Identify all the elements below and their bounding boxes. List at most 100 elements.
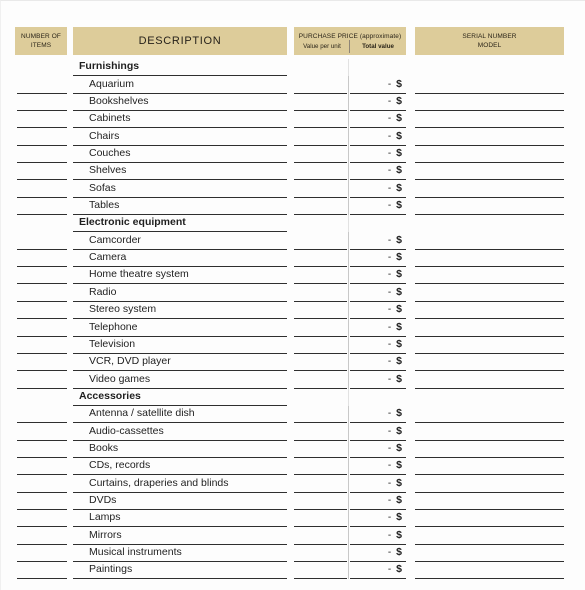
cell-value-per-unit[interactable] bbox=[294, 267, 347, 285]
cell-value-per-unit[interactable] bbox=[294, 284, 347, 302]
cell-serial-number-model[interactable] bbox=[415, 475, 564, 493]
cell-value-per-unit[interactable] bbox=[294, 423, 347, 441]
cell-value-per-unit[interactable] bbox=[294, 94, 347, 112]
cell-number-of-items[interactable] bbox=[17, 337, 67, 354]
cell-total-value[interactable]: - $ bbox=[350, 198, 406, 216]
cell-total-value[interactable]: - $ bbox=[350, 94, 406, 112]
cell-serial-number-model[interactable] bbox=[415, 76, 564, 94]
cell-total-value[interactable]: - $ bbox=[350, 267, 406, 285]
cell-serial-number-model[interactable] bbox=[415, 163, 564, 181]
cell-value-per-unit[interactable] bbox=[294, 354, 347, 372]
cell-total-value[interactable]: - $ bbox=[350, 441, 406, 458]
cell-number-of-items[interactable] bbox=[17, 146, 67, 164]
cell-serial-number-model[interactable] bbox=[415, 180, 564, 198]
cell-number-of-items[interactable] bbox=[17, 319, 67, 337]
cell-total-value[interactable]: - $ bbox=[350, 527, 406, 545]
cell-total-value[interactable]: - $ bbox=[350, 250, 406, 268]
cell-number-of-items[interactable] bbox=[17, 458, 67, 476]
cell-total-value[interactable]: - $ bbox=[350, 371, 406, 389]
cell-serial-number-model[interactable] bbox=[415, 441, 564, 458]
cell-value-per-unit[interactable] bbox=[294, 76, 347, 94]
cell-number-of-items[interactable] bbox=[17, 510, 67, 528]
cell-number-of-items[interactable] bbox=[17, 493, 67, 510]
cell-number-of-items[interactable] bbox=[17, 76, 67, 94]
cell-total-value[interactable]: - $ bbox=[350, 545, 406, 562]
cell-value-per-unit[interactable] bbox=[294, 441, 347, 458]
cell-value-per-unit[interactable] bbox=[294, 198, 347, 216]
cell-total-value[interactable]: - $ bbox=[350, 302, 406, 320]
cell-value-per-unit[interactable] bbox=[294, 128, 347, 146]
cell-total-value[interactable]: - $ bbox=[350, 284, 406, 302]
cell-value-per-unit[interactable] bbox=[294, 545, 347, 562]
cell-serial-number-model[interactable] bbox=[415, 267, 564, 285]
cell-number-of-items[interactable] bbox=[17, 545, 67, 562]
cell-total-value[interactable]: - $ bbox=[350, 458, 406, 476]
cell-value-per-unit[interactable] bbox=[294, 493, 347, 510]
cell-number-of-items[interactable] bbox=[17, 180, 67, 198]
cell-total-value[interactable]: - $ bbox=[350, 319, 406, 337]
cell-number-of-items[interactable] bbox=[17, 423, 67, 441]
cell-number-of-items[interactable] bbox=[17, 475, 67, 493]
cell-total-value[interactable]: - $ bbox=[350, 111, 406, 129]
cell-value-per-unit[interactable] bbox=[294, 337, 347, 354]
cell-value-per-unit[interactable] bbox=[294, 527, 347, 545]
cell-serial-number-model[interactable] bbox=[415, 319, 564, 337]
cell-serial-number-model[interactable] bbox=[415, 232, 564, 250]
cell-value-per-unit[interactable] bbox=[294, 302, 347, 320]
cell-number-of-items[interactable] bbox=[17, 302, 67, 320]
cell-serial-number-model[interactable] bbox=[415, 354, 564, 372]
cell-serial-number-model[interactable] bbox=[415, 371, 564, 389]
cell-value-per-unit[interactable] bbox=[294, 371, 347, 389]
cell-value-per-unit[interactable] bbox=[294, 163, 347, 181]
cell-serial-number-model[interactable] bbox=[415, 111, 564, 129]
cell-total-value[interactable]: - $ bbox=[350, 76, 406, 94]
cell-value-per-unit[interactable] bbox=[294, 562, 347, 580]
cell-number-of-items[interactable] bbox=[17, 232, 67, 250]
cell-total-value[interactable]: - $ bbox=[350, 493, 406, 510]
cell-serial-number-model[interactable] bbox=[415, 423, 564, 441]
cell-total-value[interactable]: - $ bbox=[350, 354, 406, 372]
cell-serial-number-model[interactable] bbox=[415, 510, 564, 528]
cell-total-value[interactable]: - $ bbox=[350, 562, 406, 580]
cell-number-of-items[interactable] bbox=[17, 198, 67, 216]
cell-number-of-items[interactable] bbox=[17, 406, 67, 424]
cell-number-of-items[interactable] bbox=[17, 250, 67, 268]
cell-value-per-unit[interactable] bbox=[294, 111, 347, 129]
cell-serial-number-model[interactable] bbox=[415, 527, 564, 545]
cell-serial-number-model[interactable] bbox=[415, 128, 564, 146]
cell-total-value[interactable]: - $ bbox=[350, 163, 406, 181]
cell-value-per-unit[interactable] bbox=[294, 180, 347, 198]
cell-total-value[interactable]: - $ bbox=[350, 337, 406, 354]
cell-number-of-items[interactable] bbox=[17, 562, 67, 580]
cell-serial-number-model[interactable] bbox=[415, 94, 564, 112]
cell-value-per-unit[interactable] bbox=[294, 458, 347, 476]
cell-total-value[interactable]: - $ bbox=[350, 510, 406, 528]
cell-total-value[interactable]: - $ bbox=[350, 406, 406, 424]
cell-serial-number-model[interactable] bbox=[415, 562, 564, 580]
cell-number-of-items[interactable] bbox=[17, 354, 67, 372]
cell-total-value[interactable]: - $ bbox=[350, 128, 406, 146]
cell-value-per-unit[interactable] bbox=[294, 146, 347, 164]
cell-total-value[interactable]: - $ bbox=[350, 180, 406, 198]
cell-serial-number-model[interactable] bbox=[415, 406, 564, 424]
cell-value-per-unit[interactable] bbox=[294, 319, 347, 337]
cell-serial-number-model[interactable] bbox=[415, 198, 564, 216]
cell-total-value[interactable]: - $ bbox=[350, 146, 406, 164]
cell-serial-number-model[interactable] bbox=[415, 284, 564, 302]
cell-number-of-items[interactable] bbox=[17, 111, 67, 129]
cell-value-per-unit[interactable] bbox=[294, 250, 347, 268]
cell-number-of-items[interactable] bbox=[17, 267, 67, 285]
cell-value-per-unit[interactable] bbox=[294, 406, 347, 424]
cell-serial-number-model[interactable] bbox=[415, 250, 564, 268]
cell-serial-number-model[interactable] bbox=[415, 493, 564, 510]
cell-serial-number-model[interactable] bbox=[415, 545, 564, 562]
cell-serial-number-model[interactable] bbox=[415, 337, 564, 354]
cell-number-of-items[interactable] bbox=[17, 371, 67, 389]
cell-number-of-items[interactable] bbox=[17, 284, 67, 302]
cell-total-value[interactable]: - $ bbox=[350, 475, 406, 493]
cell-serial-number-model[interactable] bbox=[415, 146, 564, 164]
cell-serial-number-model[interactable] bbox=[415, 458, 564, 476]
cell-number-of-items[interactable] bbox=[17, 527, 67, 545]
cell-number-of-items[interactable] bbox=[17, 163, 67, 181]
cell-value-per-unit[interactable] bbox=[294, 232, 347, 250]
